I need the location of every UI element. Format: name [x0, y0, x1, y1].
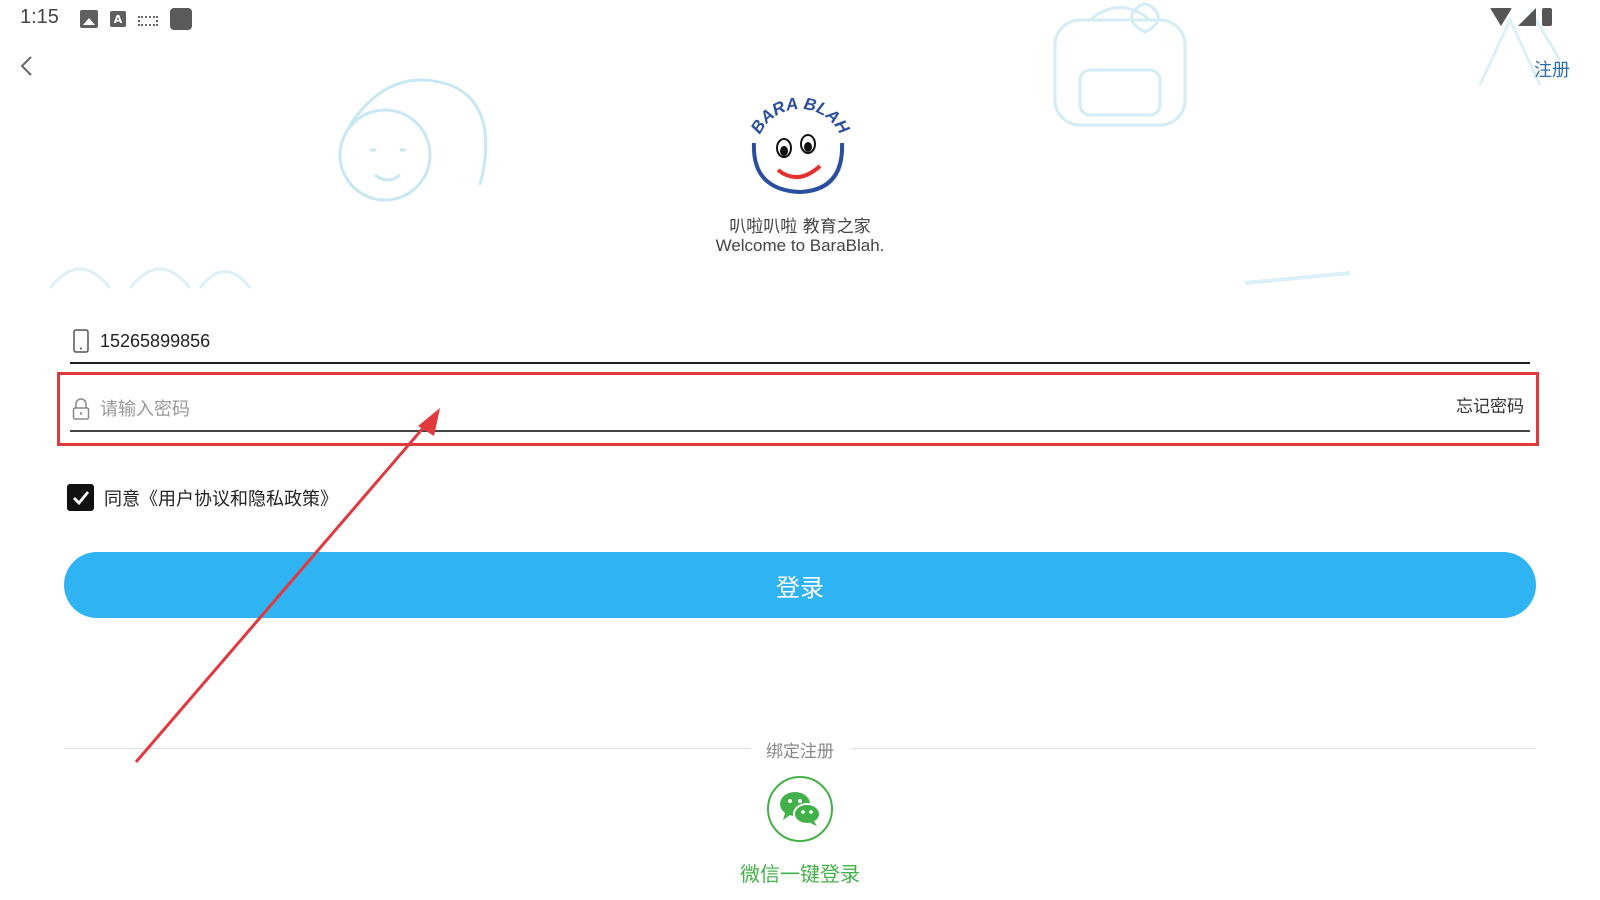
- checkmark-icon: [72, 490, 89, 505]
- app-name: 叭啦叭啦 教育之家: [729, 217, 871, 237]
- agreement-label[interactable]: 同意《用户协议和隐私政策》: [104, 485, 338, 511]
- phone-input[interactable]: [100, 326, 1530, 356]
- status-icons-left: A: [80, 8, 192, 30]
- text-notification-icon: A: [110, 11, 126, 27]
- background-doodle-girl: [338, 78, 488, 202]
- back-button[interactable]: [14, 52, 42, 80]
- status-icons-right: [1490, 8, 1552, 26]
- chevron-left-icon: [20, 56, 32, 76]
- wechat-login-button[interactable]: [767, 776, 833, 842]
- agreement-checkbox[interactable]: [67, 484, 94, 511]
- register-link[interactable]: 注册: [1534, 56, 1570, 82]
- app-notification-icon: [170, 8, 192, 30]
- login-button[interactable]: 登录: [64, 552, 1536, 618]
- barablah-logo: BARA BLAH: [747, 98, 854, 195]
- svg-text:BARA BLAH: BARA BLAH: [747, 98, 854, 137]
- background-doodle-bottom-left: [48, 267, 252, 289]
- wechat-icon: [780, 792, 821, 826]
- welcome-text: Welcome to BaraBlah.: [715, 236, 885, 255]
- annotation-highlight-box: [57, 372, 1539, 446]
- wifi-icon: [1490, 8, 1512, 26]
- agreement-checkbox-row[interactable]: 同意《用户协议和隐私政策》: [67, 484, 338, 511]
- keyboard-notification-icon: [138, 15, 158, 26]
- status-bar: 1:15 A: [0, 0, 1600, 38]
- bind-register-label: 绑定注册: [766, 742, 834, 762]
- background-doodle-bottom-right: [1244, 271, 1351, 285]
- phone-field[interactable]: [70, 320, 1530, 364]
- wechat-login-label[interactable]: 微信一键登录: [0, 858, 1600, 887]
- gallery-notification-icon: [80, 10, 98, 28]
- battery-icon: [1542, 8, 1552, 26]
- status-time: 1:15: [20, 6, 59, 28]
- phone-icon: [70, 328, 92, 354]
- logo-text: BARA BLAH: [747, 98, 854, 137]
- cellular-signal-icon: [1518, 8, 1536, 26]
